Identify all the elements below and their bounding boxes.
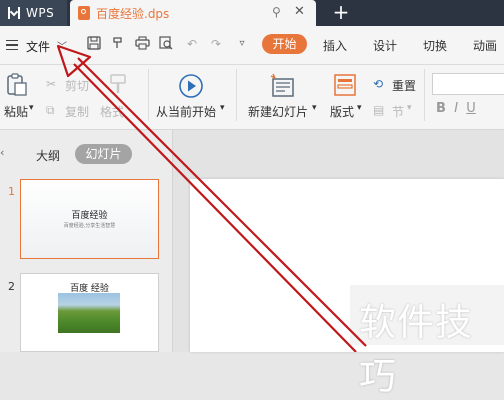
paste-button[interactable]: 粘贴 — [4, 103, 28, 120]
ribbon-home: 粘贴 ▾ ✂ 剪切 ⧉ 复制 格式 从当前开始 ▾ 新建幻灯片 ▾ 版式 ▾ ⟲… — [0, 65, 504, 130]
chevron-down-icon[interactable]: ﹀ — [57, 38, 67, 53]
dropdown-icon[interactable]: ▿ — [234, 36, 250, 52]
tab-outline[interactable]: 大纲 — [36, 147, 60, 164]
section-icon[interactable]: ▤ — [373, 103, 384, 117]
undo-icon[interactable]: ↶ — [184, 36, 200, 52]
redo-icon[interactable]: ↷ — [208, 36, 224, 52]
new-slide-icon[interactable] — [270, 73, 296, 102]
watermark-text: 软件技巧 — [359, 301, 473, 398]
menu-icon[interactable] — [6, 40, 18, 50]
layout-dropdown-icon[interactable]: ▾ — [357, 103, 362, 113]
section-button[interactable]: 节 — [392, 103, 404, 120]
format-painter-large-icon[interactable] — [108, 73, 128, 98]
play-from-current-button[interactable]: 从当前开始 — [156, 103, 216, 120]
reset-button[interactable]: 重置 — [392, 77, 416, 94]
landscape-image — [58, 293, 120, 333]
wps-home-label: WPS — [26, 6, 55, 20]
new-slide-dropdown-icon[interactable]: ▾ — [312, 103, 317, 113]
reset-icon[interactable]: ⟲ — [373, 77, 383, 91]
slide-thumbnail-title: 百度经验 — [71, 211, 108, 221]
copy-icon[interactable]: ⧉ — [46, 103, 55, 118]
copy-button[interactable]: 复制 — [65, 103, 89, 120]
cut-icon[interactable]: ✂ — [46, 77, 56, 91]
layout-button[interactable]: 版式 — [330, 103, 354, 120]
tab-insert[interactable]: 插入 — [323, 37, 347, 54]
ribbon-separator — [424, 69, 425, 121]
section-dropdown-icon[interactable]: ▾ — [407, 103, 412, 113]
slide-number: 2 — [8, 280, 15, 293]
format-painter-button[interactable]: 格式 — [100, 103, 124, 120]
ribbon-separator — [236, 69, 237, 121]
new-slide-button[interactable]: 新建幻灯片 — [248, 103, 308, 120]
pin-icon[interactable]: ⚲ — [272, 5, 281, 19]
collapse-pane-icon[interactable]: ‹ — [0, 146, 4, 159]
tab-animation[interactable]: 动画 — [473, 37, 497, 54]
cut-button[interactable]: 剪切 — [65, 77, 89, 94]
format-painter-icon[interactable] — [110, 36, 126, 52]
save-icon[interactable] — [86, 36, 102, 52]
document-tab[interactable]: 百度经验.dps ⚲ ✕ — [70, 0, 316, 26]
tab-home[interactable]: 开始 — [262, 34, 307, 54]
tab-slides[interactable]: 幻灯片 — [75, 144, 132, 164]
new-tab-button[interactable]: + — [330, 0, 352, 26]
slide-thumbnail-subtitle: 百度经验,分享生活智慧 — [63, 223, 116, 229]
menu-bar: 文件 ﹀ ↶ ↷ ▿ 开始 插入 设计 切换 动画 — [0, 26, 504, 65]
tab-transitions[interactable]: 切换 — [423, 37, 447, 54]
tab-design[interactable]: 设计 — [373, 37, 397, 54]
print-icon[interactable] — [134, 36, 150, 52]
layout-icon[interactable] — [333, 73, 357, 100]
play-icon[interactable] — [178, 73, 204, 102]
file-menu[interactable]: 文件 — [26, 38, 50, 55]
ribbon-separator — [148, 69, 149, 121]
paste-dropdown-icon[interactable]: ▾ — [29, 103, 34, 113]
wps-home-tab[interactable]: WPS — [0, 0, 67, 26]
play-dropdown-icon[interactable]: ▾ — [220, 103, 225, 113]
wps-logo-icon — [8, 7, 20, 19]
slide-number: 1 — [8, 185, 15, 198]
dps-file-icon — [78, 6, 90, 20]
close-icon[interactable]: ✕ — [294, 4, 305, 19]
font-style-buttons[interactable]: B I U — [436, 101, 504, 119]
paste-icon[interactable] — [6, 73, 28, 100]
document-tab-label: 百度经验.dps — [96, 6, 170, 21]
font-name-box[interactable] — [432, 73, 504, 95]
print-preview-icon[interactable] — [158, 36, 174, 52]
